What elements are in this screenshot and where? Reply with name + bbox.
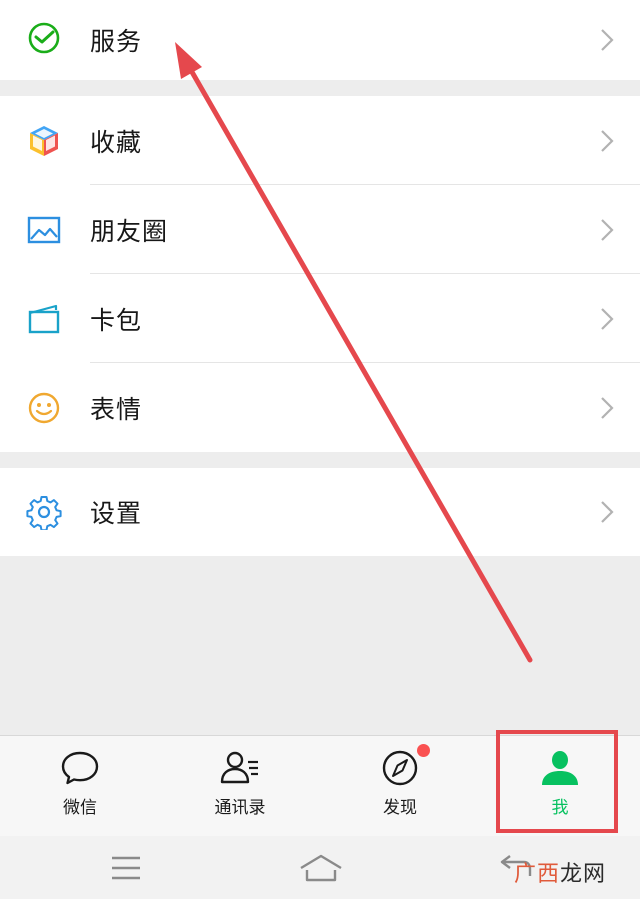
watermark-rest: 龙网 — [560, 862, 607, 887]
tab-chats-label: 微信 — [63, 798, 97, 818]
menu-item-cards[interactable]: 卡包 — [0, 274, 640, 363]
settings-group: 设置 — [0, 468, 640, 556]
site-watermark: 广西龙网 — [514, 856, 606, 888]
favorites-cube-icon — [30, 125, 58, 156]
menu-item-moments[interactable]: 朋友圈 — [0, 185, 640, 274]
moments-photo-icon — [27, 216, 61, 243]
chevron-right-icon — [601, 218, 614, 241]
menu-item-favorites[interactable]: 收藏 — [0, 96, 640, 185]
chevron-right-icon — [601, 307, 614, 330]
contacts-icon — [220, 751, 258, 784]
features-group: 收藏 朋友圈 卡包 表情 — [0, 96, 640, 452]
home-icon[interactable] — [291, 846, 351, 890]
wechat-pay-icon — [28, 22, 60, 54]
menu-item-cards-label: 卡包 — [90, 305, 143, 335]
tab-chats[interactable]: 微信 — [0, 736, 160, 836]
menu-icon[interactable] — [96, 846, 156, 890]
chevron-right-icon — [601, 129, 614, 152]
menu-item-stickers[interactable]: 表情 — [0, 363, 640, 452]
tab-contacts[interactable]: 通讯录 — [160, 736, 320, 836]
chevron-right-icon — [601, 396, 614, 419]
card-wallet-icon — [28, 304, 60, 333]
menu-item-services-label: 服务 — [90, 27, 143, 56]
menu-item-moments-label: 朋友圈 — [90, 216, 169, 246]
tab-contacts-label: 通讯录 — [214, 798, 266, 818]
services-group: 服务 — [0, 0, 640, 80]
tab-discover-label: 发现 — [383, 798, 417, 818]
menu-item-settings[interactable]: 设置 — [0, 468, 640, 556]
watermark-accent: 广西 — [514, 862, 561, 887]
menu-item-services[interactable]: 服务 — [0, 0, 640, 80]
discover-badge-dot — [417, 744, 430, 757]
compass-icon — [382, 750, 418, 786]
smiley-icon — [28, 392, 60, 423]
tab-discover[interactable]: 发现 — [320, 736, 480, 836]
chevron-right-icon — [601, 501, 614, 523]
chevron-right-icon — [601, 29, 614, 51]
chat-bubble-icon — [61, 751, 99, 785]
menu-item-settings-label: 设置 — [90, 499, 143, 528]
annotation-highlight-box — [496, 730, 618, 833]
menu-item-stickers-label: 表情 — [90, 394, 143, 424]
gear-icon — [26, 496, 62, 530]
menu-item-favorites-label: 收藏 — [90, 127, 143, 157]
